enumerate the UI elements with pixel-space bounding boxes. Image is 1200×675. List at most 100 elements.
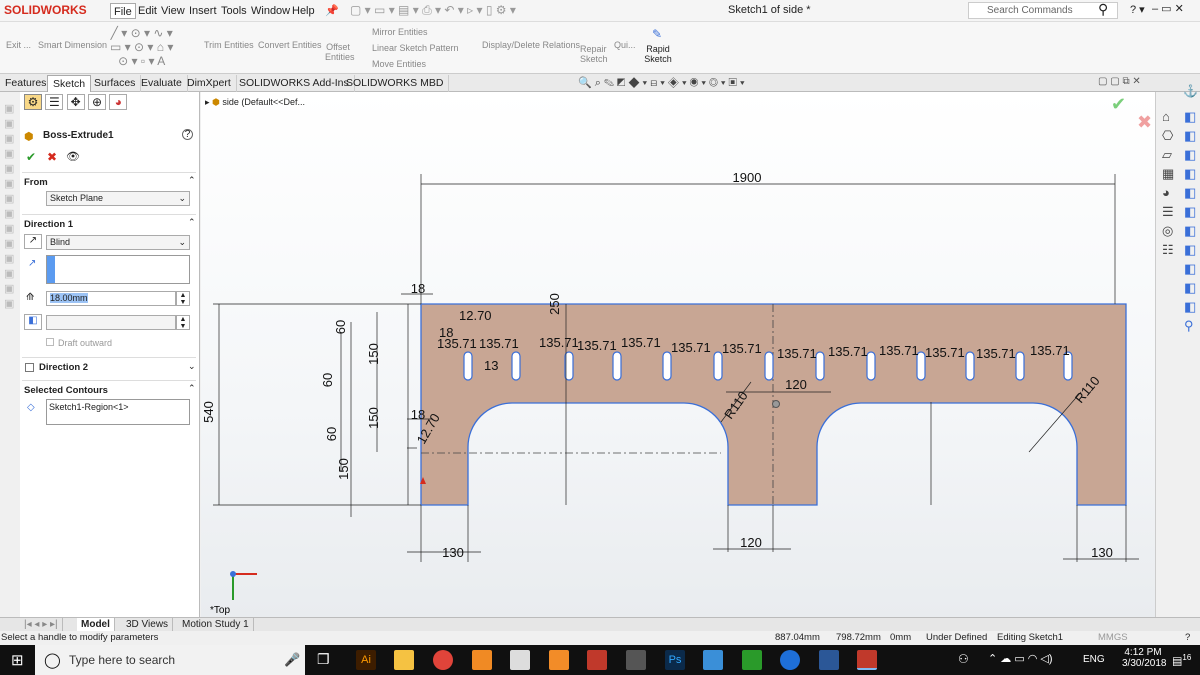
dim-pitch-11[interactable]: 135.71	[976, 346, 1016, 361]
app-window-icon[interactable]	[819, 650, 839, 670]
dim-150-top[interactable]: 150	[366, 343, 381, 365]
from-select[interactable]: Sketch Plane ⌄	[46, 191, 190, 206]
dim-pitch-4[interactable]: 135.71	[621, 335, 661, 350]
move-entities-button[interactable]: Move Entities	[372, 59, 426, 69]
dim-pitch-6[interactable]: 135.71	[722, 341, 762, 356]
menu-edit[interactable]: Edit	[135, 3, 160, 19]
edge-icon[interactable]	[780, 650, 800, 670]
dim-pitch-7[interactable]: 135.71	[777, 346, 817, 361]
cancel-x-icon[interactable]: ✖	[47, 150, 57, 164]
trim-entities-button[interactable]: Trim Entities	[204, 40, 254, 50]
convert-entities-button[interactable]: Convert Entities	[258, 40, 322, 50]
dim-150-low[interactable]: 150	[336, 458, 351, 480]
mirror-entities-button[interactable]: Mirror Entities	[372, 27, 428, 37]
dim-pitch-5[interactable]: 135.71	[671, 340, 711, 355]
exit-sketch-button[interactable]: Exit ...	[6, 40, 31, 50]
menu-tools[interactable]: Tools	[218, 3, 250, 19]
dim-60-mid[interactable]: 60	[320, 373, 335, 387]
menu-help[interactable]: Help	[289, 3, 318, 19]
dim-leg-right-130[interactable]: 130	[1091, 545, 1113, 560]
ok-check-icon[interactable]: ✔	[26, 150, 36, 164]
chevron-up-icon[interactable]: ⌃	[188, 217, 196, 228]
offset-entities-button[interactable]: Offset Entities	[325, 42, 355, 62]
tab-motion-study[interactable]: Motion Study 1	[178, 618, 254, 632]
app-3d-icon[interactable]	[626, 650, 646, 670]
action-center-icon[interactable]: ▤16	[1172, 653, 1191, 668]
clock[interactable]: 4:12 PM 3/30/2018	[1122, 647, 1167, 669]
menu-window[interactable]: Window	[248, 3, 293, 19]
illustrator-icon[interactable]: Ai	[356, 650, 376, 670]
status-units[interactable]: MMGS	[1098, 632, 1128, 643]
file-explorer-icon[interactable]	[394, 650, 414, 670]
sketch-canvas[interactable]: 1900 540 250 18 18 18 12.70 12.70 60 60 …	[201, 92, 1155, 617]
dim-13[interactable]: 13	[484, 358, 498, 373]
help-icon[interactable]: ?	[182, 129, 193, 140]
tab-3d-views[interactable]: 3D Views	[122, 618, 174, 632]
display-delete-relations-button[interactable]: Display/Delete Relations	[482, 40, 580, 50]
people-icon[interactable]: ⚇	[958, 652, 969, 666]
search-commands-input[interactable]: Search Commands	[968, 2, 1118, 19]
solidworks-2016-icon[interactable]	[587, 650, 607, 670]
direction-vector-field[interactable]	[46, 255, 190, 284]
taskbar-search[interactable]: Type here to search	[35, 645, 305, 675]
dim-60-low[interactable]: 60	[324, 427, 339, 441]
dim-pitch-1[interactable]: 135.71	[479, 336, 519, 351]
dim-top-flange[interactable]: 250	[547, 293, 562, 315]
tab-features[interactable]: Features	[0, 75, 53, 92]
app-f-icon[interactable]	[549, 650, 569, 670]
photoshop-icon[interactable]: Ps	[665, 650, 685, 670]
quick-snaps-button[interactable]: Qui...	[614, 40, 636, 50]
app-tools-icon[interactable]	[510, 650, 530, 670]
draft-angle-input[interactable]	[46, 315, 176, 330]
app-green-icon[interactable]	[742, 650, 762, 670]
direction2-checkbox[interactable]	[25, 363, 34, 372]
tab-model[interactable]: Model	[77, 618, 115, 632]
tab-surfaces[interactable]: Surfaces	[89, 75, 142, 92]
origin-point[interactable]	[772, 400, 780, 408]
smart-dimension-button[interactable]: Smart Dimension	[38, 40, 107, 50]
view-toolbar-icons[interactable]: 🔍 ⌕ ✎ ◩ ◆ ▾ ⊟ ▾ ◈ ▾ ◉ ▾ ◎ ▾ ▣ ▾	[578, 76, 745, 90]
dim-total-width[interactable]: 1900	[733, 170, 762, 185]
dim-pitch-8[interactable]: 135.71	[828, 344, 868, 359]
chevron-up-icon[interactable]: ⌃	[188, 383, 196, 394]
dim-mid-leg-120[interactable]: 120	[740, 535, 762, 550]
app-e-icon[interactable]	[472, 650, 492, 670]
menu-view[interactable]: View	[158, 3, 188, 19]
rapid-sketch-button[interactable]: Rapid Sketch	[644, 44, 672, 64]
quick-access-toolbar[interactable]: ▢ ▾ ▭ ▾ ▤ ▾ ⎙ ▾ ↶ ▾ ▹ ▾ ▯ ⚙ ▾	[350, 3, 516, 18]
dim-150-mid[interactable]: 150	[366, 407, 381, 429]
dim-pitch-3[interactable]: 135.71	[577, 338, 617, 353]
dim-60-top[interactable]: 60	[333, 320, 348, 334]
viewport-window-icons[interactable]: ▢ ▢ ⧉ ✕	[1098, 76, 1141, 87]
tab-mbd[interactable]: SOLIDWORKS MBD	[341, 75, 450, 92]
app-blue-icon[interactable]	[703, 650, 723, 670]
linear-pattern-button[interactable]: Linear Sketch Pattern	[372, 43, 459, 53]
menu-file[interactable]: File	[110, 3, 136, 19]
task-view-icon[interactable]: ❐	[317, 651, 330, 668]
chrome-icon[interactable]	[433, 650, 453, 670]
reverse-direction-icon[interactable]: ↗	[24, 234, 42, 249]
pin-icon[interactable]: 📌	[325, 4, 339, 17]
preview-eye-icon[interactable]: 👁	[66, 150, 80, 163]
draft-spinner[interactable]: ▲ ▼	[176, 315, 190, 330]
tab-sketch[interactable]: Sketch	[47, 75, 92, 92]
solidworks-active-icon[interactable]	[857, 650, 877, 670]
tab-evaluate[interactable]: Evaluate	[136, 75, 188, 92]
draft-outward-checkbox[interactable]	[46, 338, 54, 346]
sketch-entities-icons[interactable]: ╱ ▾ ⊙ ▾ ∿ ▾ ▭ ▾ ⊙ ▾ ⌂ ▾ ⊙ ▾ ▫ ▾ A	[110, 26, 173, 68]
dim-pitch-12[interactable]: 135.71	[1030, 343, 1070, 358]
dim-12-70-top[interactable]: 12.70	[459, 308, 492, 323]
window-controls[interactable]: – ▭ ✕	[1152, 2, 1184, 15]
task-pane-icons[interactable]: ⌂ ⎔ ▱ ▦ ◕ ☰ ◎ ☷	[1162, 107, 1174, 259]
panel-tab-icons[interactable]: ⚙ ☰ ✥ ⊕ ◕	[24, 94, 128, 110]
dim-pitch-9[interactable]: 135.71	[879, 343, 919, 358]
help-icon[interactable]: ? ▾	[1130, 3, 1145, 16]
language-indicator[interactable]: ENG	[1083, 654, 1105, 665]
depth-input[interactable]: 18.00mm	[46, 291, 176, 306]
dim-pitch-10[interactable]: 135.71	[925, 345, 965, 360]
dim-gap-120[interactable]: 120	[785, 377, 807, 392]
microphone-icon[interactable]: 🎤	[284, 652, 300, 668]
chevron-up-icon[interactable]: ⌃	[188, 175, 196, 186]
chevron-down-icon[interactable]: ⌄	[188, 361, 196, 372]
menu-insert[interactable]: Insert	[186, 3, 220, 19]
